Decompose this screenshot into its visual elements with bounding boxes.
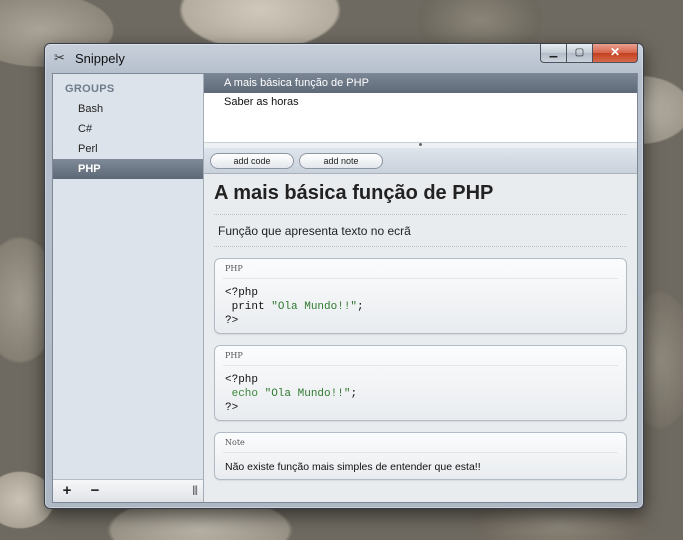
code-line: ?> bbox=[225, 402, 239, 414]
snippet-description[interactable]: Função que apresenta texto no ecrã bbox=[218, 224, 411, 238]
close-icon: ✕ bbox=[609, 45, 621, 59]
minimize-button[interactable]: ▁ bbox=[540, 44, 566, 63]
code-line: <?php bbox=[225, 374, 259, 386]
sidebar-footer: + − ||| bbox=[53, 479, 203, 502]
code-string: "Ola Mundo!!" bbox=[271, 301, 358, 313]
divider bbox=[214, 246, 627, 247]
divider bbox=[223, 452, 618, 453]
sidebar-item-label: Perl bbox=[78, 143, 98, 155]
maximize-button[interactable]: ▢ bbox=[566, 44, 593, 63]
snippet-list-item-label: A mais básica função de PHP bbox=[224, 77, 369, 89]
window-controls: ▁ ▢ ✕ bbox=[540, 44, 638, 63]
app-window: ✂ Snippely ▁ ▢ ✕ GROUPS Bash C# Perl PHP… bbox=[44, 43, 644, 509]
minimize-icon: ▁ bbox=[549, 47, 558, 58]
code-line: echo bbox=[225, 388, 265, 400]
maximize-icon: ▢ bbox=[574, 47, 585, 58]
main-panel: A mais básica função de PHP Saber as hor… bbox=[204, 74, 637, 502]
code-line-end: ; bbox=[350, 388, 358, 400]
code-block[interactable]: PHP <?php print "Ola Mundo!!"; ?> bbox=[214, 258, 627, 334]
code-block[interactable]: PHP <?php echo "Ola Mundo!!"; ?> bbox=[214, 345, 627, 421]
sidebar-item-label: C# bbox=[78, 123, 93, 135]
code-text[interactable]: <?php print "Ola Mundo!!"; ?> bbox=[225, 286, 364, 328]
sidebar-item-perl[interactable]: Perl bbox=[53, 139, 203, 159]
note-block[interactable]: Note Não existe função mais simples de e… bbox=[214, 432, 627, 480]
add-code-button[interactable]: add code bbox=[210, 153, 294, 169]
remove-group-button[interactable]: − bbox=[87, 482, 103, 499]
code-text[interactable]: <?php echo "Ola Mundo!!"; ?> bbox=[225, 373, 357, 415]
sidebar-item-csharp[interactable]: C# bbox=[53, 119, 203, 139]
add-note-button[interactable]: add note bbox=[299, 153, 383, 169]
code-string: "Ola Mundo!!" bbox=[264, 388, 351, 400]
sidebar-item-php[interactable]: PHP bbox=[53, 159, 203, 179]
divider bbox=[223, 278, 618, 279]
splitter-handle-icon bbox=[419, 143, 422, 146]
code-block-language: PHP bbox=[225, 351, 243, 360]
code-line: ?> bbox=[225, 315, 239, 327]
sidebar-item-label: Bash bbox=[78, 103, 104, 115]
scissors-icon: ✂ bbox=[54, 50, 65, 65]
groups-sidebar: GROUPS Bash C# Perl PHP + − ||| bbox=[53, 74, 204, 502]
sidebar-item-label: PHP bbox=[78, 163, 101, 175]
snippet-list: A mais básica função de PHP Saber as hor… bbox=[204, 74, 637, 142]
resize-grip-icon[interactable]: ||| bbox=[192, 485, 198, 496]
note-text[interactable]: Não existe função mais simples de entend… bbox=[225, 461, 481, 473]
divider bbox=[214, 214, 627, 215]
divider bbox=[223, 365, 618, 366]
snippet-title[interactable]: A mais básica função de PHP bbox=[214, 182, 493, 205]
note-block-label: Note bbox=[225, 438, 245, 447]
code-line: print bbox=[225, 301, 272, 313]
code-line-end: ; bbox=[357, 301, 364, 313]
title-bar[interactable]: ✂ Snippely ▁ ▢ ✕ bbox=[45, 44, 643, 72]
sidebar-item-bash[interactable]: Bash bbox=[53, 99, 203, 119]
add-group-button[interactable]: + bbox=[59, 482, 75, 499]
snippet-toolbar: add code add note bbox=[204, 148, 637, 174]
groups-header: GROUPS bbox=[65, 83, 115, 95]
code-line: <?php bbox=[225, 287, 259, 299]
window-client: GROUPS Bash C# Perl PHP + − ||| A mais b… bbox=[52, 73, 638, 503]
snippet-list-item[interactable]: Saber as horas bbox=[204, 93, 637, 112]
snippet-list-item-label: Saber as horas bbox=[224, 96, 299, 108]
close-button[interactable]: ✕ bbox=[593, 44, 638, 63]
code-block-language: PHP bbox=[225, 264, 243, 273]
snippet-content: A mais básica função de PHP Função que a… bbox=[204, 174, 637, 502]
window-title: Snippely bbox=[75, 51, 125, 66]
snippet-list-item[interactable]: A mais básica função de PHP bbox=[204, 74, 637, 93]
